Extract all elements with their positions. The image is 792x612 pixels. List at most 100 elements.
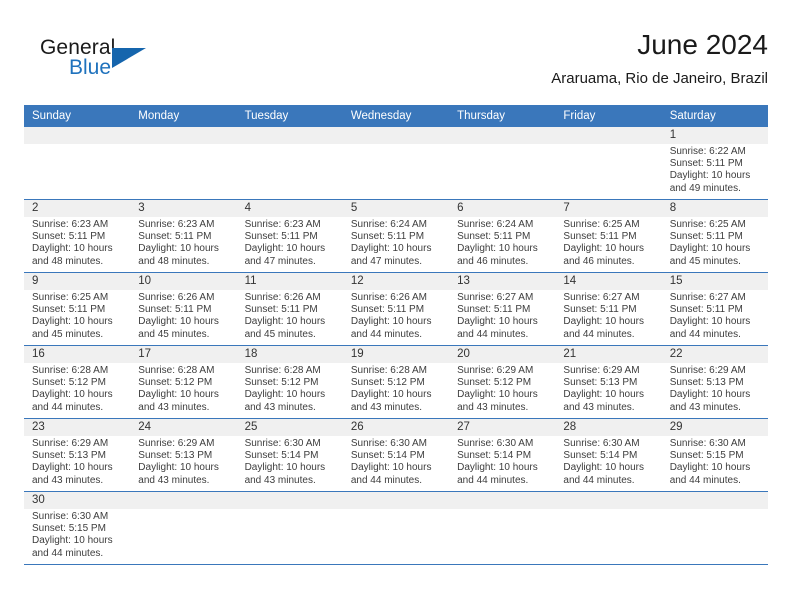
day-cell-inner: 3 Sunrise: 6:23 AM Sunset: 5:11 PM Daylight…	[130, 200, 237, 272]
calendar-day-cell[interactable]: 14 Sunrise: 6:27 AM Sunset: 5:11 PM Dayligh…	[555, 272, 662, 346]
day-cell-inner: 9 Sunrise: 6:25 AM Sunset: 5:11 PM Daylight…	[24, 273, 131, 345]
calendar-day-cell[interactable]: 23 Sunrise: 6:29 AM Sunset: 5:13 PM Dayligh…	[24, 418, 131, 492]
day-cell-inner	[342, 492, 450, 564]
sunset-text: Sunset: 5:11 PM	[32, 304, 106, 316]
day-cell-inner: 29 Sunrise: 6:30 AM Sunset: 5:15 PM Dayligh…	[661, 419, 768, 491]
day-details: Sunrise: 6:27 AM Sunset: 5:11 PM Daylight:…	[449, 290, 555, 341]
calendar-day-cell[interactable]: 30 Sunrise: 6:30 AM Sunset: 5:15 PM Dayligh…	[24, 491, 131, 564]
day-cell-inner: 30 Sunrise: 6:30 AM Sunset: 5:15 PM Dayligh…	[24, 492, 131, 564]
day-cell-inner: 4 Sunrise: 6:23 AM Sunset: 5:11 PM Daylight…	[236, 200, 343, 272]
day-details: Sunrise: 6:26 AM Sunset: 5:11 PM Daylight:…	[130, 290, 236, 341]
daylight-text: Daylight: 10 hours and 49 minutes.	[669, 170, 751, 194]
daylight-text: Daylight: 10 hours and 45 minutes.	[138, 316, 219, 340]
day-number: 22	[661, 346, 768, 363]
daylight-text: Daylight: 10 hours and 43 minutes.	[138, 462, 219, 486]
calendar-day-cell[interactable]: 9 Sunrise: 6:25 AM Sunset: 5:11 PM Daylight…	[24, 272, 131, 346]
calendar-week-row: 16 Sunrise: 6:28 AM Sunset: 5:12 PM Dayligh…	[24, 345, 768, 419]
sunset-text: Sunset: 5:13 PM	[563, 377, 638, 389]
calendar-day-cell[interactable]: 6 Sunrise: 6:24 AM Sunset: 5:11 PM Daylight…	[449, 199, 556, 273]
calendar-day-cell[interactable]: 19 Sunrise: 6:28 AM Sunset: 5:12 PM Dayligh…	[342, 345, 450, 419]
calendar-day-cell[interactable]: 7 Sunrise: 6:25 AM Sunset: 5:11 PM Daylight…	[555, 199, 662, 273]
calendar-week-row: 30 Sunrise: 6:30 AM Sunset: 5:15 PM Dayligh…	[24, 491, 768, 564]
day-number	[342, 127, 450, 144]
day-number	[342, 492, 450, 509]
calendar-day-cell[interactable]: 17 Sunrise: 6:28 AM Sunset: 5:12 PM Dayligh…	[130, 345, 237, 419]
day-cell-inner: 15 Sunrise: 6:27 AM Sunset: 5:11 PM Dayligh…	[661, 273, 768, 345]
calendar-day-cell[interactable]: 27 Sunrise: 6:30 AM Sunset: 5:14 PM Dayligh…	[449, 418, 556, 492]
daylight-text: Daylight: 10 hours and 45 minutes.	[669, 243, 751, 267]
calendar-day-cell[interactable]: 12 Sunrise: 6:26 AM Sunset: 5:11 PM Dayligh…	[342, 272, 450, 346]
day-number: 29	[661, 419, 768, 436]
calendar-day-cell[interactable]: 2 Sunrise: 6:23 AM Sunset: 5:11 PM Daylight…	[24, 199, 131, 273]
brand-logo[interactable]: General Blue	[40, 36, 220, 92]
calendar-day-cell[interactable]: 25 Sunrise: 6:30 AM Sunset: 5:14 PM Dayligh…	[236, 418, 343, 492]
day-number	[24, 127, 131, 144]
day-cell-inner: 6 Sunrise: 6:24 AM Sunset: 5:11 PM Daylight…	[449, 200, 556, 272]
calendar-day-cell-empty	[555, 491, 662, 564]
calendar-day-cell[interactable]: 8 Sunrise: 6:25 AM Sunset: 5:11 PM Daylight…	[661, 199, 768, 273]
day-number: 7	[555, 200, 662, 217]
day-details: Sunrise: 6:22 AM Sunset: 5:11 PM Daylight:…	[662, 144, 768, 195]
sunset-text: Sunset: 5:13 PM	[669, 377, 744, 389]
calendar-day-cell[interactable]: 18 Sunrise: 6:28 AM Sunset: 5:12 PM Dayligh…	[236, 345, 343, 419]
calendar-day-cell[interactable]: 4 Sunrise: 6:23 AM Sunset: 5:11 PM Daylight…	[236, 199, 343, 273]
calendar-day-cell[interactable]: 13 Sunrise: 6:27 AM Sunset: 5:11 PM Dayligh…	[449, 272, 556, 346]
day-number: 24	[130, 419, 237, 436]
daylight-text: Daylight: 10 hours and 43 minutes.	[244, 389, 326, 413]
day-details: Sunrise: 6:28 AM Sunset: 5:12 PM Daylight:…	[130, 363, 236, 414]
daylight-text: Daylight: 10 hours and 43 minutes.	[244, 462, 326, 486]
sunrise-text: Sunrise: 6:28 AM	[138, 365, 215, 376]
daylight-text: Daylight: 10 hours and 44 minutes.	[563, 316, 645, 340]
sunrise-text: Sunrise: 6:29 AM	[138, 438, 215, 449]
page-header: General Blue June 2024 Araruama, Rio de …	[24, 28, 768, 100]
triangle-flag-icon	[112, 48, 146, 68]
daylight-text: Daylight: 10 hours and 43 minutes.	[457, 389, 538, 413]
calendar-day-cell[interactable]: 22 Sunrise: 6:29 AM Sunset: 5:13 PM Dayligh…	[661, 345, 768, 419]
sunrise-text: Sunrise: 6:29 AM	[32, 438, 109, 449]
calendar-day-cell[interactable]: 15 Sunrise: 6:27 AM Sunset: 5:11 PM Dayligh…	[661, 272, 768, 346]
sunrise-text: Sunrise: 6:24 AM	[350, 219, 427, 230]
calendar-day-cell[interactable]: 26 Sunrise: 6:30 AM Sunset: 5:14 PM Dayligh…	[342, 418, 450, 492]
calendar-day-cell[interactable]: 16 Sunrise: 6:28 AM Sunset: 5:12 PM Dayligh…	[24, 345, 131, 419]
weekday-header-sunday: Sunday	[24, 105, 131, 127]
calendar-day-cell[interactable]: 3 Sunrise: 6:23 AM Sunset: 5:11 PM Daylight…	[130, 199, 237, 273]
day-number	[661, 492, 768, 509]
calendar-day-cell[interactable]: 24 Sunrise: 6:29 AM Sunset: 5:13 PM Dayligh…	[130, 418, 237, 492]
day-number: 11	[236, 273, 343, 290]
day-details: Sunrise: 6:30 AM Sunset: 5:14 PM Daylight:…	[555, 436, 661, 487]
daylight-text: Daylight: 10 hours and 46 minutes.	[457, 243, 538, 267]
daylight-text: Daylight: 10 hours and 43 minutes.	[138, 389, 219, 413]
day-details: Sunrise: 6:23 AM Sunset: 5:11 PM Daylight:…	[24, 217, 130, 268]
sunrise-text: Sunrise: 6:30 AM	[457, 438, 534, 449]
sunset-text: Sunset: 5:13 PM	[32, 450, 106, 462]
weekday-header-wednesday: Wednesday	[342, 105, 450, 127]
day-details: Sunrise: 6:25 AM Sunset: 5:11 PM Daylight:…	[24, 290, 130, 341]
calendar-day-cell[interactable]: 21 Sunrise: 6:29 AM Sunset: 5:13 PM Dayligh…	[555, 345, 662, 419]
calendar-day-cell[interactable]: 29 Sunrise: 6:30 AM Sunset: 5:15 PM Dayligh…	[661, 418, 768, 492]
day-cell-inner	[555, 492, 662, 564]
calendar-day-cell[interactable]: 5 Sunrise: 6:24 AM Sunset: 5:11 PM Daylight…	[342, 199, 450, 273]
calendar-day-cell-empty	[236, 491, 343, 564]
calendar-day-cell[interactable]: 20 Sunrise: 6:29 AM Sunset: 5:12 PM Dayligh…	[449, 345, 556, 419]
calendar-week-row: 23 Sunrise: 6:29 AM Sunset: 5:13 PM Dayligh…	[24, 418, 768, 492]
calendar-day-cell[interactable]: 11 Sunrise: 6:26 AM Sunset: 5:11 PM Dayligh…	[236, 272, 343, 346]
daylight-text: Daylight: 10 hours and 48 minutes.	[32, 243, 113, 267]
page-title: June 2024	[637, 29, 768, 60]
day-number: 9	[24, 273, 131, 290]
calendar-day-cell[interactable]: 1 Sunrise: 6:22 AM Sunset: 5:11 PM Daylight…	[661, 127, 768, 200]
sunrise-text: Sunrise: 6:27 AM	[563, 292, 640, 303]
day-number: 3	[130, 200, 237, 217]
calendar-day-cell[interactable]: 28 Sunrise: 6:30 AM Sunset: 5:14 PM Dayligh…	[555, 418, 662, 492]
calendar-day-cell-empty	[130, 491, 237, 564]
day-cell-inner	[342, 127, 450, 199]
day-number	[130, 127, 237, 144]
calendar-week-row: 1 Sunrise: 6:22 AM Sunset: 5:11 PM Daylight…	[24, 127, 768, 200]
sunset-text: Sunset: 5:12 PM	[244, 377, 319, 389]
day-details: Sunrise: 6:29 AM Sunset: 5:13 PM Daylight:…	[662, 363, 768, 414]
calendar-day-cell[interactable]: 10 Sunrise: 6:26 AM Sunset: 5:11 PM Dayligh…	[130, 272, 237, 346]
calendar-week-row: 2 Sunrise: 6:23 AM Sunset: 5:11 PM Daylight…	[24, 199, 768, 273]
day-cell-inner: 16 Sunrise: 6:28 AM Sunset: 5:12 PM Dayligh…	[24, 346, 131, 418]
day-cell-inner	[236, 127, 343, 199]
day-cell-inner: 17 Sunrise: 6:28 AM Sunset: 5:12 PM Dayligh…	[130, 346, 237, 418]
daylight-text: Daylight: 10 hours and 44 minutes.	[350, 316, 432, 340]
